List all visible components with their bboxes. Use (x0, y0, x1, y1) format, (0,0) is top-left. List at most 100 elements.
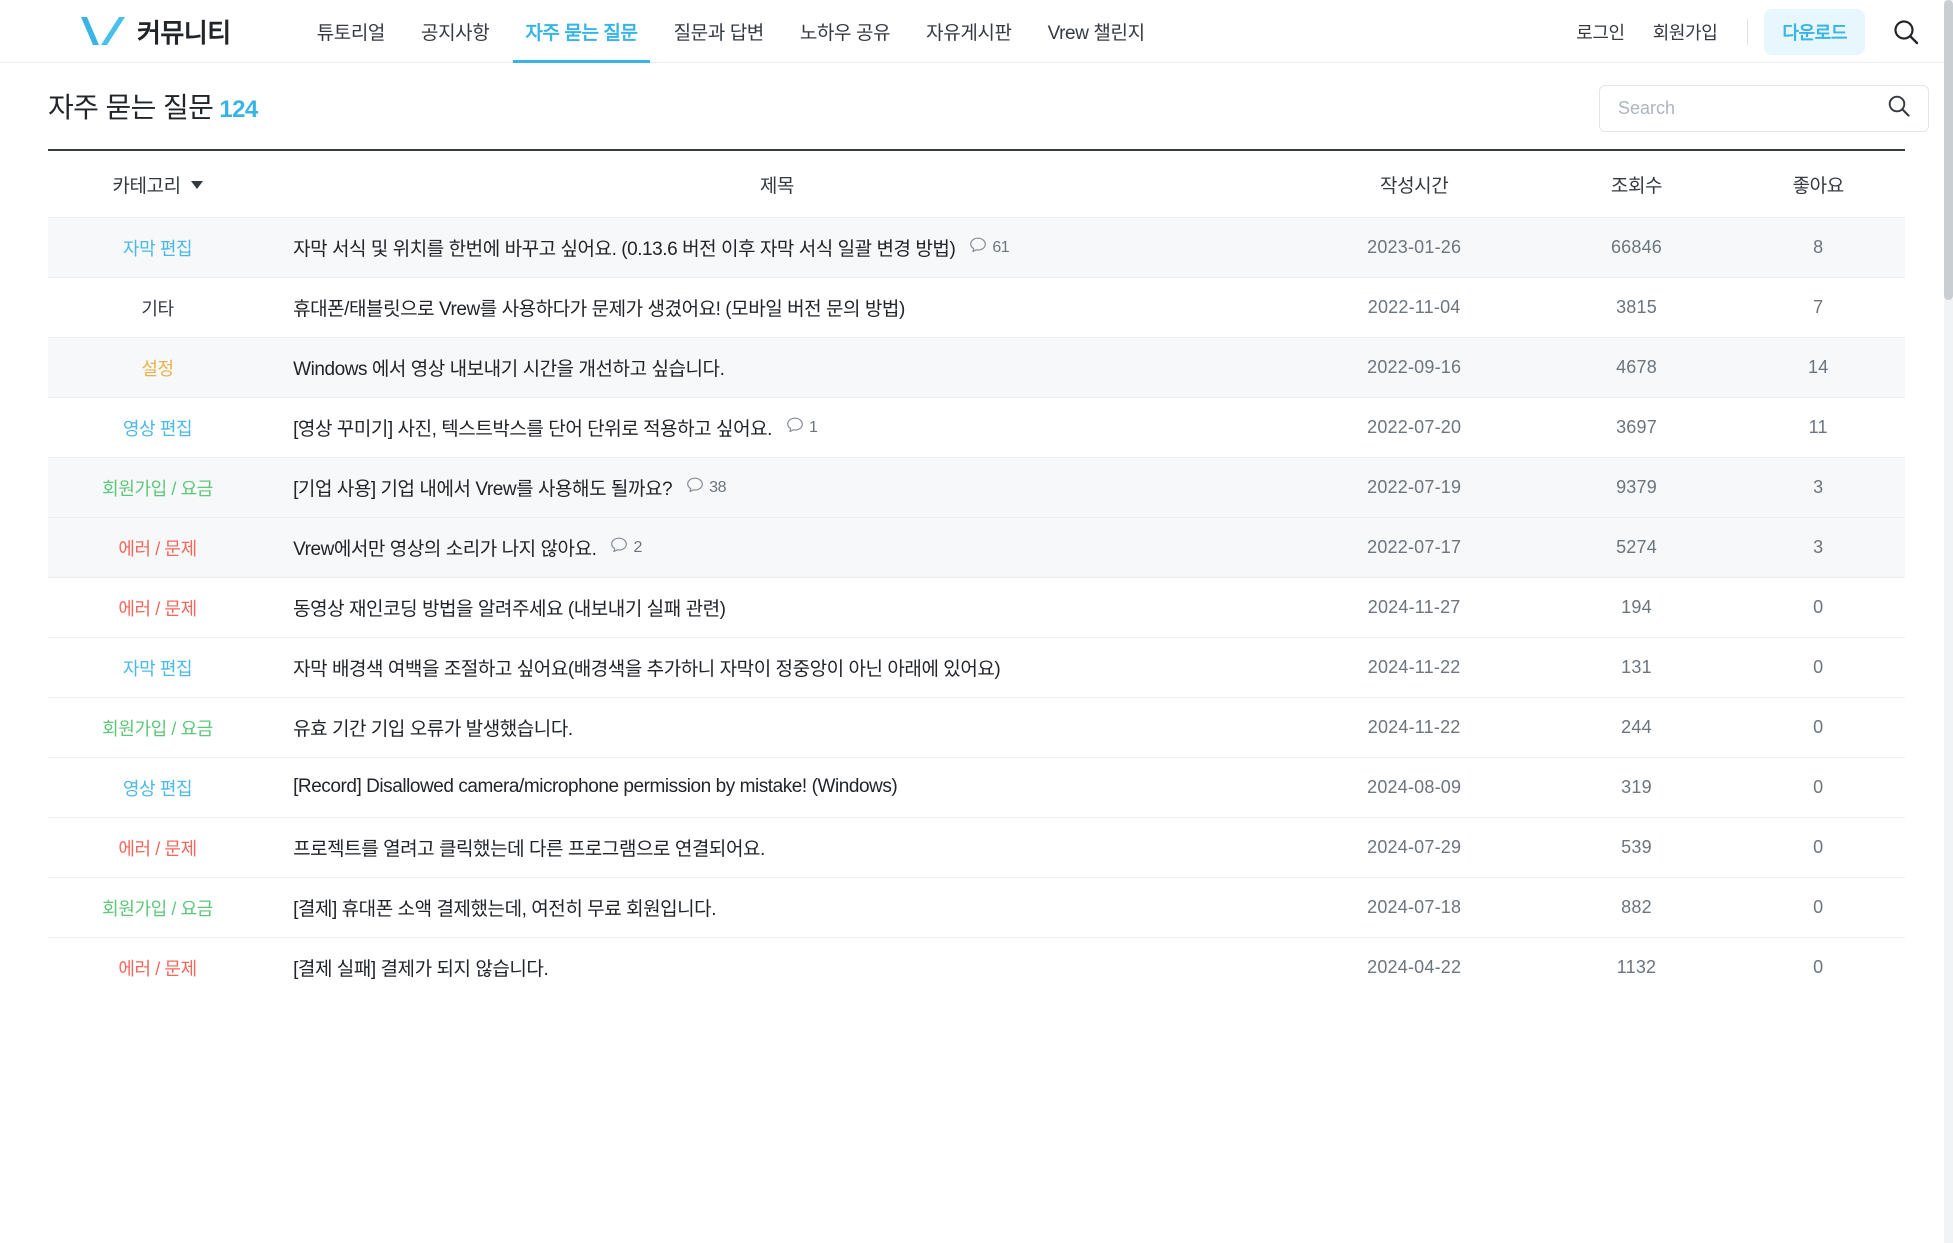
row-title-text: [결제] 휴대폰 소액 결제했는데, 여전히 무료 회원입니다. (293, 899, 716, 920)
row-comment-count: 2 (610, 536, 641, 559)
row-category[interactable]: 설정 (48, 338, 267, 398)
table-row[interactable]: 자막 편집자막 배경색 여백을 조절하고 싶어요(배경색을 추가하니 자막이 정… (48, 638, 1905, 698)
row-likes: 7 (1731, 278, 1905, 338)
table-row[interactable]: 영상 편집[영상 꾸미기] 사진, 텍스트박스를 단어 단위로 적용하고 싶어요… (48, 398, 1905, 458)
row-comment-number: 61 (992, 239, 1009, 257)
row-title[interactable]: 동영상 재인코딩 방법을 알려주세요 (내보내기 실패 관련) (267, 578, 1287, 638)
row-title[interactable]: Windows 에서 영상 내보내기 시간을 개선하고 싶습니다. (267, 338, 1287, 398)
row-title[interactable]: 자막 배경색 여백을 조절하고 싶어요(배경색을 추가하니 자막이 정중앙이 아… (267, 638, 1287, 698)
row-category[interactable]: 영상 편집 (48, 398, 267, 458)
row-comment-count: 38 (686, 476, 726, 499)
comment-bubble-icon (786, 416, 804, 439)
row-date: 2022-07-19 (1287, 458, 1542, 518)
row-views: 3815 (1542, 278, 1732, 338)
row-views: 5274 (1542, 518, 1732, 578)
brand-logo[interactable]: 커뮤니티 (79, 13, 231, 50)
search-icon[interactable] (1886, 93, 1912, 124)
row-title-text: [Record] Disallowed camera/microphone pe… (293, 776, 897, 797)
table-row[interactable]: 에러 / 문제Vrew에서만 영상의 소리가 나지 않아요.22022-07-1… (48, 518, 1905, 578)
row-likes: 11 (1731, 398, 1905, 458)
row-category[interactable]: 자막 편집 (48, 218, 267, 278)
row-category[interactable]: 회원가입 / 요금 (48, 878, 267, 938)
table-row[interactable]: 회원가입 / 요금 [결제] 휴대폰 소액 결제했는데, 여전히 무료 회원입니다… (48, 878, 1905, 938)
row-category[interactable]: 회원가입 / 요금 (48, 698, 267, 758)
row-title[interactable]: [결제 실패] 결제가 되지 않습니다. (267, 938, 1287, 998)
row-category[interactable]: 에러 / 문제 (48, 578, 267, 638)
nav-item-tutorial[interactable]: 튜토리얼 (299, 0, 403, 63)
row-category[interactable]: 에러 / 문제 (48, 938, 267, 998)
row-title[interactable]: 유효 기간 기입 오류가 발생했습니다. (267, 698, 1287, 758)
signup-link[interactable]: 회원가입 (1639, 19, 1732, 45)
table-row[interactable]: 회원가입 / 요금유효 기간 기입 오류가 발생했습니다.2024-11-222… (48, 698, 1905, 758)
row-likes: 0 (1731, 578, 1905, 638)
row-views: 131 (1542, 638, 1732, 698)
row-comment-count: 61 (969, 236, 1009, 259)
login-link[interactable]: 로그인 (1562, 19, 1638, 45)
row-views: 539 (1542, 818, 1732, 878)
row-category[interactable]: 기타 (48, 278, 267, 338)
row-category[interactable]: 자막 편집 (48, 638, 267, 698)
row-title[interactable]: [기업 사용] 기업 내에서 Vrew를 사용해도 될까요?38 (267, 458, 1287, 518)
row-views: 1132 (1542, 938, 1732, 998)
row-category[interactable]: 에러 / 문제 (48, 518, 267, 578)
nav-item-vrew-challenge[interactable]: Vrew 챌린지 (1030, 0, 1163, 63)
table-row[interactable]: 에러 / 문제[결제 실패] 결제가 되지 않습니다.2024-04-22113… (48, 938, 1905, 998)
page-title-text: 자주 묻는 질문 (48, 92, 213, 123)
nav-item-faq[interactable]: 자주 묻는 질문 (507, 0, 655, 63)
table-row[interactable]: 에러 / 문제프로젝트를 열려고 클릭했는데 다른 프로그램으로 연결되어요.2… (48, 818, 1905, 878)
nav-item-notice[interactable]: 공지사항 (403, 0, 507, 63)
row-date: 2022-11-04 (1287, 278, 1542, 338)
chevron-down-icon (191, 181, 203, 189)
row-title[interactable]: 자막 서식 및 위치를 한번에 바꾸고 싶어요. (0.13.6 버전 이후 자… (267, 218, 1287, 278)
page-scrollbar-thumb[interactable] (1944, 0, 1953, 300)
comment-bubble-icon (610, 536, 628, 559)
table-header-row: 카테고리 제목 작성시간 조회수 좋아요 (48, 151, 1905, 218)
row-title[interactable]: 프로젝트를 열려고 클릭했는데 다른 프로그램으로 연결되어요. (267, 818, 1287, 878)
row-title[interactable]: Vrew에서만 영상의 소리가 나지 않아요.2 (267, 518, 1287, 578)
row-title[interactable]: 휴대폰/태블릿으로 Vrew를 사용하다가 문제가 생겼어요! (모바일 버전 … (267, 278, 1287, 338)
row-category[interactable]: 회원가입 / 요금 (48, 458, 267, 518)
column-header-views[interactable]: 조회수 (1542, 151, 1732, 218)
row-date: 2024-07-18 (1287, 878, 1542, 938)
table-row[interactable]: 에러 / 문제동영상 재인코딩 방법을 알려주세요 (내보내기 실패 관련)20… (48, 578, 1905, 638)
main-nav: 튜토리얼 공지사항 자주 묻는 질문 질문과 답변 노하우 공유 자유게시판 V… (299, 0, 1163, 63)
table-body: 자막 편집자막 서식 및 위치를 한번에 바꾸고 싶어요. (0.13.6 버전… (48, 218, 1905, 998)
search-input[interactable] (1616, 97, 1886, 120)
table-head: 카테고리 제목 작성시간 조회수 좋아요 (48, 151, 1905, 218)
row-date: 2024-08-09 (1287, 758, 1542, 818)
table-row[interactable]: 자막 편집자막 서식 및 위치를 한번에 바꾸고 싶어요. (0.13.6 버전… (48, 218, 1905, 278)
row-date: 2024-11-27 (1287, 578, 1542, 638)
column-header-category[interactable]: 카테고리 (48, 151, 267, 218)
row-likes: 0 (1731, 938, 1905, 998)
category-sort-control[interactable]: 카테고리 (112, 171, 202, 198)
row-title-text: [영상 꾸미기] 사진, 텍스트박스를 단어 단위로 적용하고 싶어요. (293, 419, 772, 440)
row-likes: 0 (1731, 878, 1905, 938)
row-comment-number: 1 (809, 419, 817, 437)
download-button[interactable]: 다운로드 (1764, 9, 1865, 55)
table-row[interactable]: 회원가입 / 요금[기업 사용] 기업 내에서 Vrew를 사용해도 될까요?3… (48, 458, 1905, 518)
search-icon[interactable] (1891, 17, 1921, 47)
nav-item-qna[interactable]: 질문과 답변 (656, 0, 782, 63)
page-scrollbar-track[interactable] (1944, 0, 1953, 1243)
brand-title: 커뮤니티 (137, 13, 231, 50)
row-views: 882 (1542, 878, 1732, 938)
row-title[interactable]: [영상 꾸미기] 사진, 텍스트박스를 단어 단위로 적용하고 싶어요. 1 (267, 398, 1287, 458)
row-title[interactable]: [결제] 휴대폰 소액 결제했는데, 여전히 무료 회원입니다. (267, 878, 1287, 938)
table-row[interactable]: 기타휴대폰/태블릿으로 Vrew를 사용하다가 문제가 생겼어요! (모바일 버… (48, 278, 1905, 338)
row-category[interactable]: 에러 / 문제 (48, 818, 267, 878)
row-views: 194 (1542, 578, 1732, 638)
column-header-likes[interactable]: 좋아요 (1731, 151, 1905, 218)
row-date: 2023-01-26 (1287, 218, 1542, 278)
row-title-text: 프로젝트를 열려고 클릭했는데 다른 프로그램으로 연결되어요. (293, 839, 765, 860)
column-header-title[interactable]: 제목 (267, 151, 1287, 218)
row-views: 3697 (1542, 398, 1732, 458)
row-category[interactable]: 영상 편집 (48, 758, 267, 818)
row-views: 4678 (1542, 338, 1732, 398)
table-row[interactable]: 영상 편집 [Record] Disallowed camera/micropho… (48, 758, 1905, 818)
column-header-date[interactable]: 작성시간 (1287, 151, 1542, 218)
search-box[interactable] (1599, 85, 1929, 132)
table-row[interactable]: 설정Windows 에서 영상 내보내기 시간을 개선하고 싶습니다.2022-… (48, 338, 1905, 398)
row-title[interactable]: [Record] Disallowed camera/microphone pe… (267, 758, 1287, 818)
nav-item-knowhow[interactable]: 노하우 공유 (782, 0, 908, 63)
nav-item-freeboard[interactable]: 자유게시판 (908, 0, 1029, 63)
